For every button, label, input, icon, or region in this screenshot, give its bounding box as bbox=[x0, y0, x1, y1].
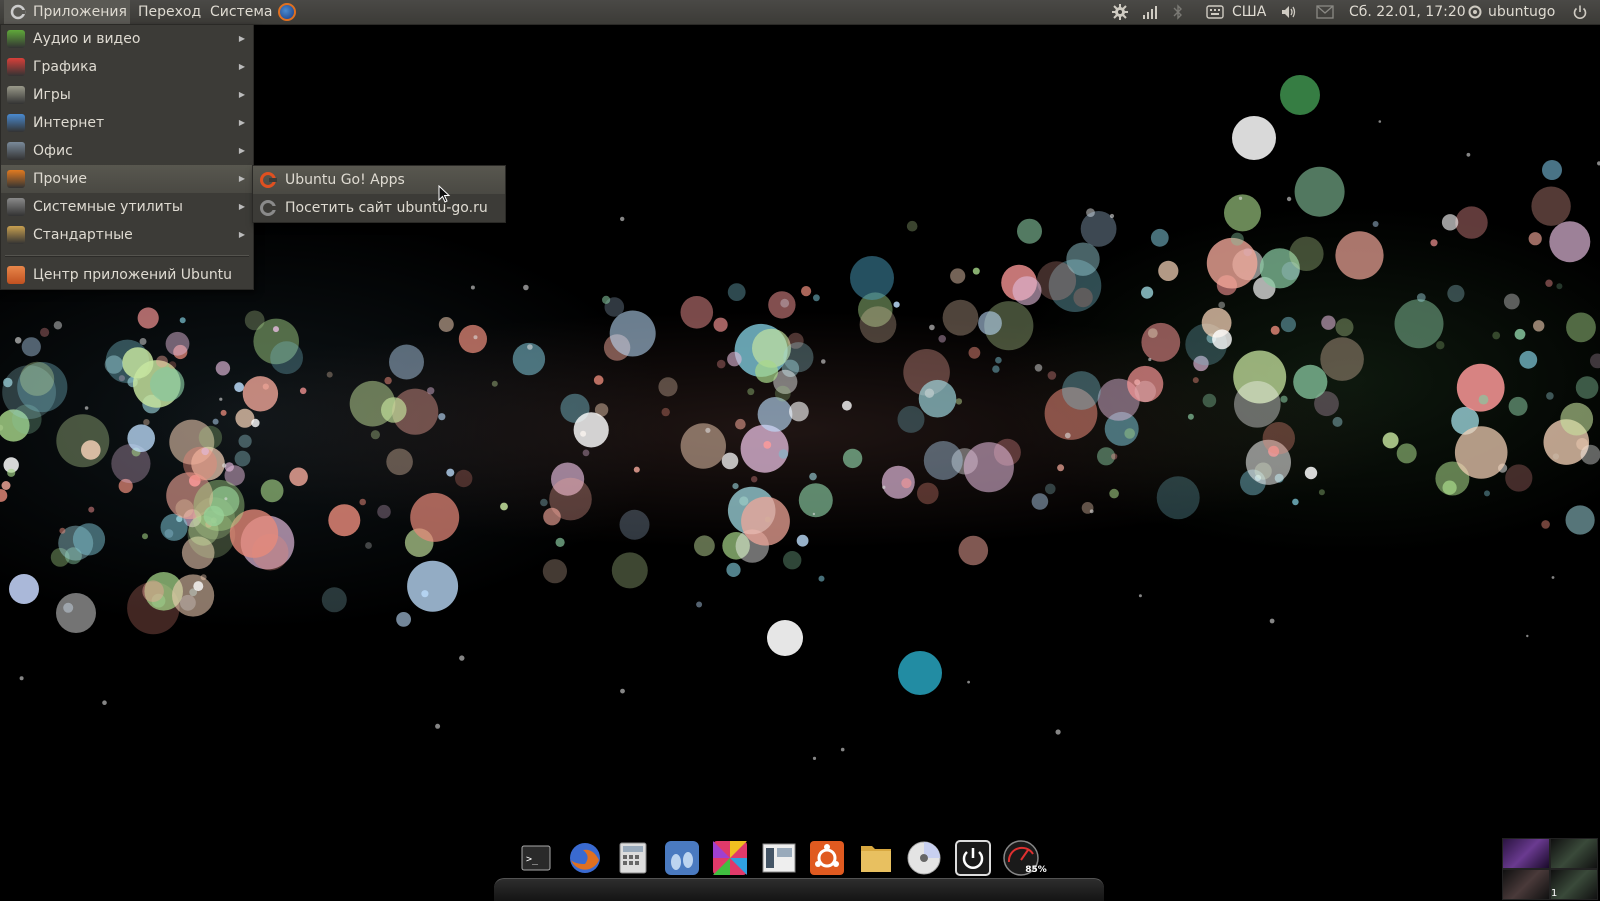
keyboard-icon[interactable] bbox=[1206, 4, 1224, 20]
menu-item-system-tools[interactable]: Системные утилиты ▶ bbox=[1, 193, 253, 221]
dock-gnome-foot-icon[interactable] bbox=[662, 838, 702, 878]
menu-item-multimedia[interactable]: Аудио и видео ▶ bbox=[1, 25, 253, 53]
workspace-3[interactable] bbox=[1502, 869, 1550, 900]
menu-item-label: Интернет bbox=[33, 115, 105, 131]
menu-item-label: Центр приложений Ubuntu bbox=[33, 267, 233, 283]
menu-item-graphics[interactable]: Графика ▶ bbox=[1, 53, 253, 81]
menu-item-label: Посетить сайт ubuntu-go.ru bbox=[285, 200, 488, 216]
menu-label-places: Переход bbox=[138, 4, 202, 20]
dock-terminal-icon[interactable]: >_ bbox=[516, 838, 556, 878]
mouse-cursor-icon bbox=[438, 185, 451, 203]
other-submenu: Ubuntu Go! Apps Посетить сайт ubuntu-go.r… bbox=[252, 165, 506, 223]
submenu-arrow-icon: ▶ bbox=[238, 230, 245, 239]
menu-item-games[interactable]: Игры ▶ bbox=[1, 81, 253, 109]
menu-item-label: Системные утилиты bbox=[33, 199, 183, 215]
dock-workspace-switcher-icon[interactable] bbox=[759, 838, 799, 878]
keyboard-layout-indicator[interactable]: США bbox=[1232, 0, 1266, 24]
dock-calculator-icon[interactable] bbox=[613, 838, 653, 878]
internet-icon bbox=[7, 114, 25, 132]
dock-disc-icon[interactable] bbox=[904, 838, 944, 878]
firefox-launcher-icon[interactable] bbox=[278, 3, 296, 21]
mail-icon[interactable] bbox=[1316, 5, 1334, 19]
other-icon bbox=[7, 170, 25, 188]
places-menu-button[interactable]: Переход bbox=[134, 0, 202, 24]
submenu-arrow-icon: ▶ bbox=[238, 146, 245, 155]
menu-item-label: Графика bbox=[33, 59, 98, 75]
multimedia-icon bbox=[7, 30, 25, 48]
applications-menu-button[interactable]: Приложения bbox=[4, 0, 130, 24]
software-center-icon bbox=[7, 266, 25, 284]
dock: >_ 85% bbox=[494, 838, 1104, 901]
clock-datetime[interactable]: Сб. 22.01, 17:20 bbox=[1349, 0, 1466, 24]
menu-item-accessories[interactable]: Стандартные ▶ bbox=[1, 221, 253, 249]
ubuntu-go-icon bbox=[260, 172, 277, 188]
menu-item-label: Стандартные bbox=[33, 227, 133, 243]
submenu-arrow-icon: ▶ bbox=[238, 202, 245, 211]
menu-item-label: Офис bbox=[33, 143, 73, 159]
user-status-icon[interactable] bbox=[1468, 5, 1482, 19]
menu-label-applications: Приложения bbox=[33, 4, 127, 20]
menu-item-internet[interactable]: Интернет ▶ bbox=[1, 109, 253, 137]
menu-item-office[interactable]: Офис ▶ bbox=[1, 137, 253, 165]
submenu-arrow-icon: ▶ bbox=[238, 174, 245, 183]
applications-menu: Аудио и видео ▶ Графика ▶ Игры ▶ Интернет ▶ Офис… bbox=[0, 24, 254, 290]
menu-item-label: Ubuntu Go! Apps bbox=[285, 172, 405, 188]
power-icon[interactable] bbox=[1572, 4, 1588, 20]
dock-files-icon[interactable] bbox=[856, 838, 896, 878]
submenu-arrow-icon: ▶ bbox=[238, 90, 245, 99]
office-icon bbox=[7, 142, 25, 160]
settings-gear-icon[interactable] bbox=[1112, 4, 1128, 20]
menu-item-label: Игры bbox=[33, 87, 71, 103]
submenu-arrow-icon: ▶ bbox=[238, 62, 245, 71]
games-icon bbox=[7, 86, 25, 104]
menu-item-other[interactable]: Прочие ▶ bbox=[1, 165, 253, 193]
dock-shelf bbox=[494, 878, 1104, 901]
web-link-icon bbox=[260, 200, 277, 216]
menu-item-label: Аудио и видео bbox=[33, 31, 141, 47]
top-panel: Приложения Переход Система США Сб. 22.01… bbox=[0, 0, 1600, 25]
menu-item-software-center[interactable]: Центр приложений Ubuntu bbox=[1, 261, 253, 289]
accessories-icon bbox=[7, 226, 25, 244]
menu-item-label: Прочие bbox=[33, 171, 87, 187]
workspace-1[interactable] bbox=[1502, 838, 1550, 869]
username-label[interactable]: ubuntugo bbox=[1488, 0, 1555, 24]
submenu-arrow-icon: ▶ bbox=[238, 34, 245, 43]
system-monitor-gauge-label: 85% bbox=[1025, 865, 1047, 875]
submenu-item-ubuntu-go[interactable]: Ubuntu Go! Apps bbox=[253, 166, 505, 194]
submenu-item-web-link[interactable]: Посетить сайт ubuntu-go.ru bbox=[253, 194, 505, 222]
svg-text:>_: >_ bbox=[526, 854, 539, 865]
workspace-switcher[interactable]: 1 bbox=[1502, 838, 1598, 900]
graphics-icon bbox=[7, 58, 25, 76]
workspace-4[interactable]: 1 bbox=[1550, 869, 1598, 900]
active-workspace-number: 1 bbox=[1551, 888, 1558, 899]
volume-icon[interactable] bbox=[1280, 4, 1298, 20]
network-signal-icon[interactable] bbox=[1142, 4, 1158, 20]
system-tools-icon bbox=[7, 198, 25, 216]
bluetooth-icon[interactable] bbox=[1172, 4, 1184, 20]
submenu-arrow-icon: ▶ bbox=[238, 118, 245, 127]
system-menu-button[interactable]: Система bbox=[206, 0, 272, 24]
workspace-2[interactable] bbox=[1550, 838, 1598, 869]
dock-shutdown-icon[interactable] bbox=[953, 838, 993, 878]
dock-firefox-icon[interactable] bbox=[565, 838, 605, 878]
dock-ubuntu-software-icon[interactable] bbox=[807, 838, 847, 878]
dock-color-picker-icon[interactable] bbox=[710, 838, 750, 878]
ubuntu-go-logo-icon bbox=[10, 4, 26, 20]
menu-label-system: Система bbox=[210, 4, 273, 20]
menu-separator bbox=[5, 255, 249, 257]
